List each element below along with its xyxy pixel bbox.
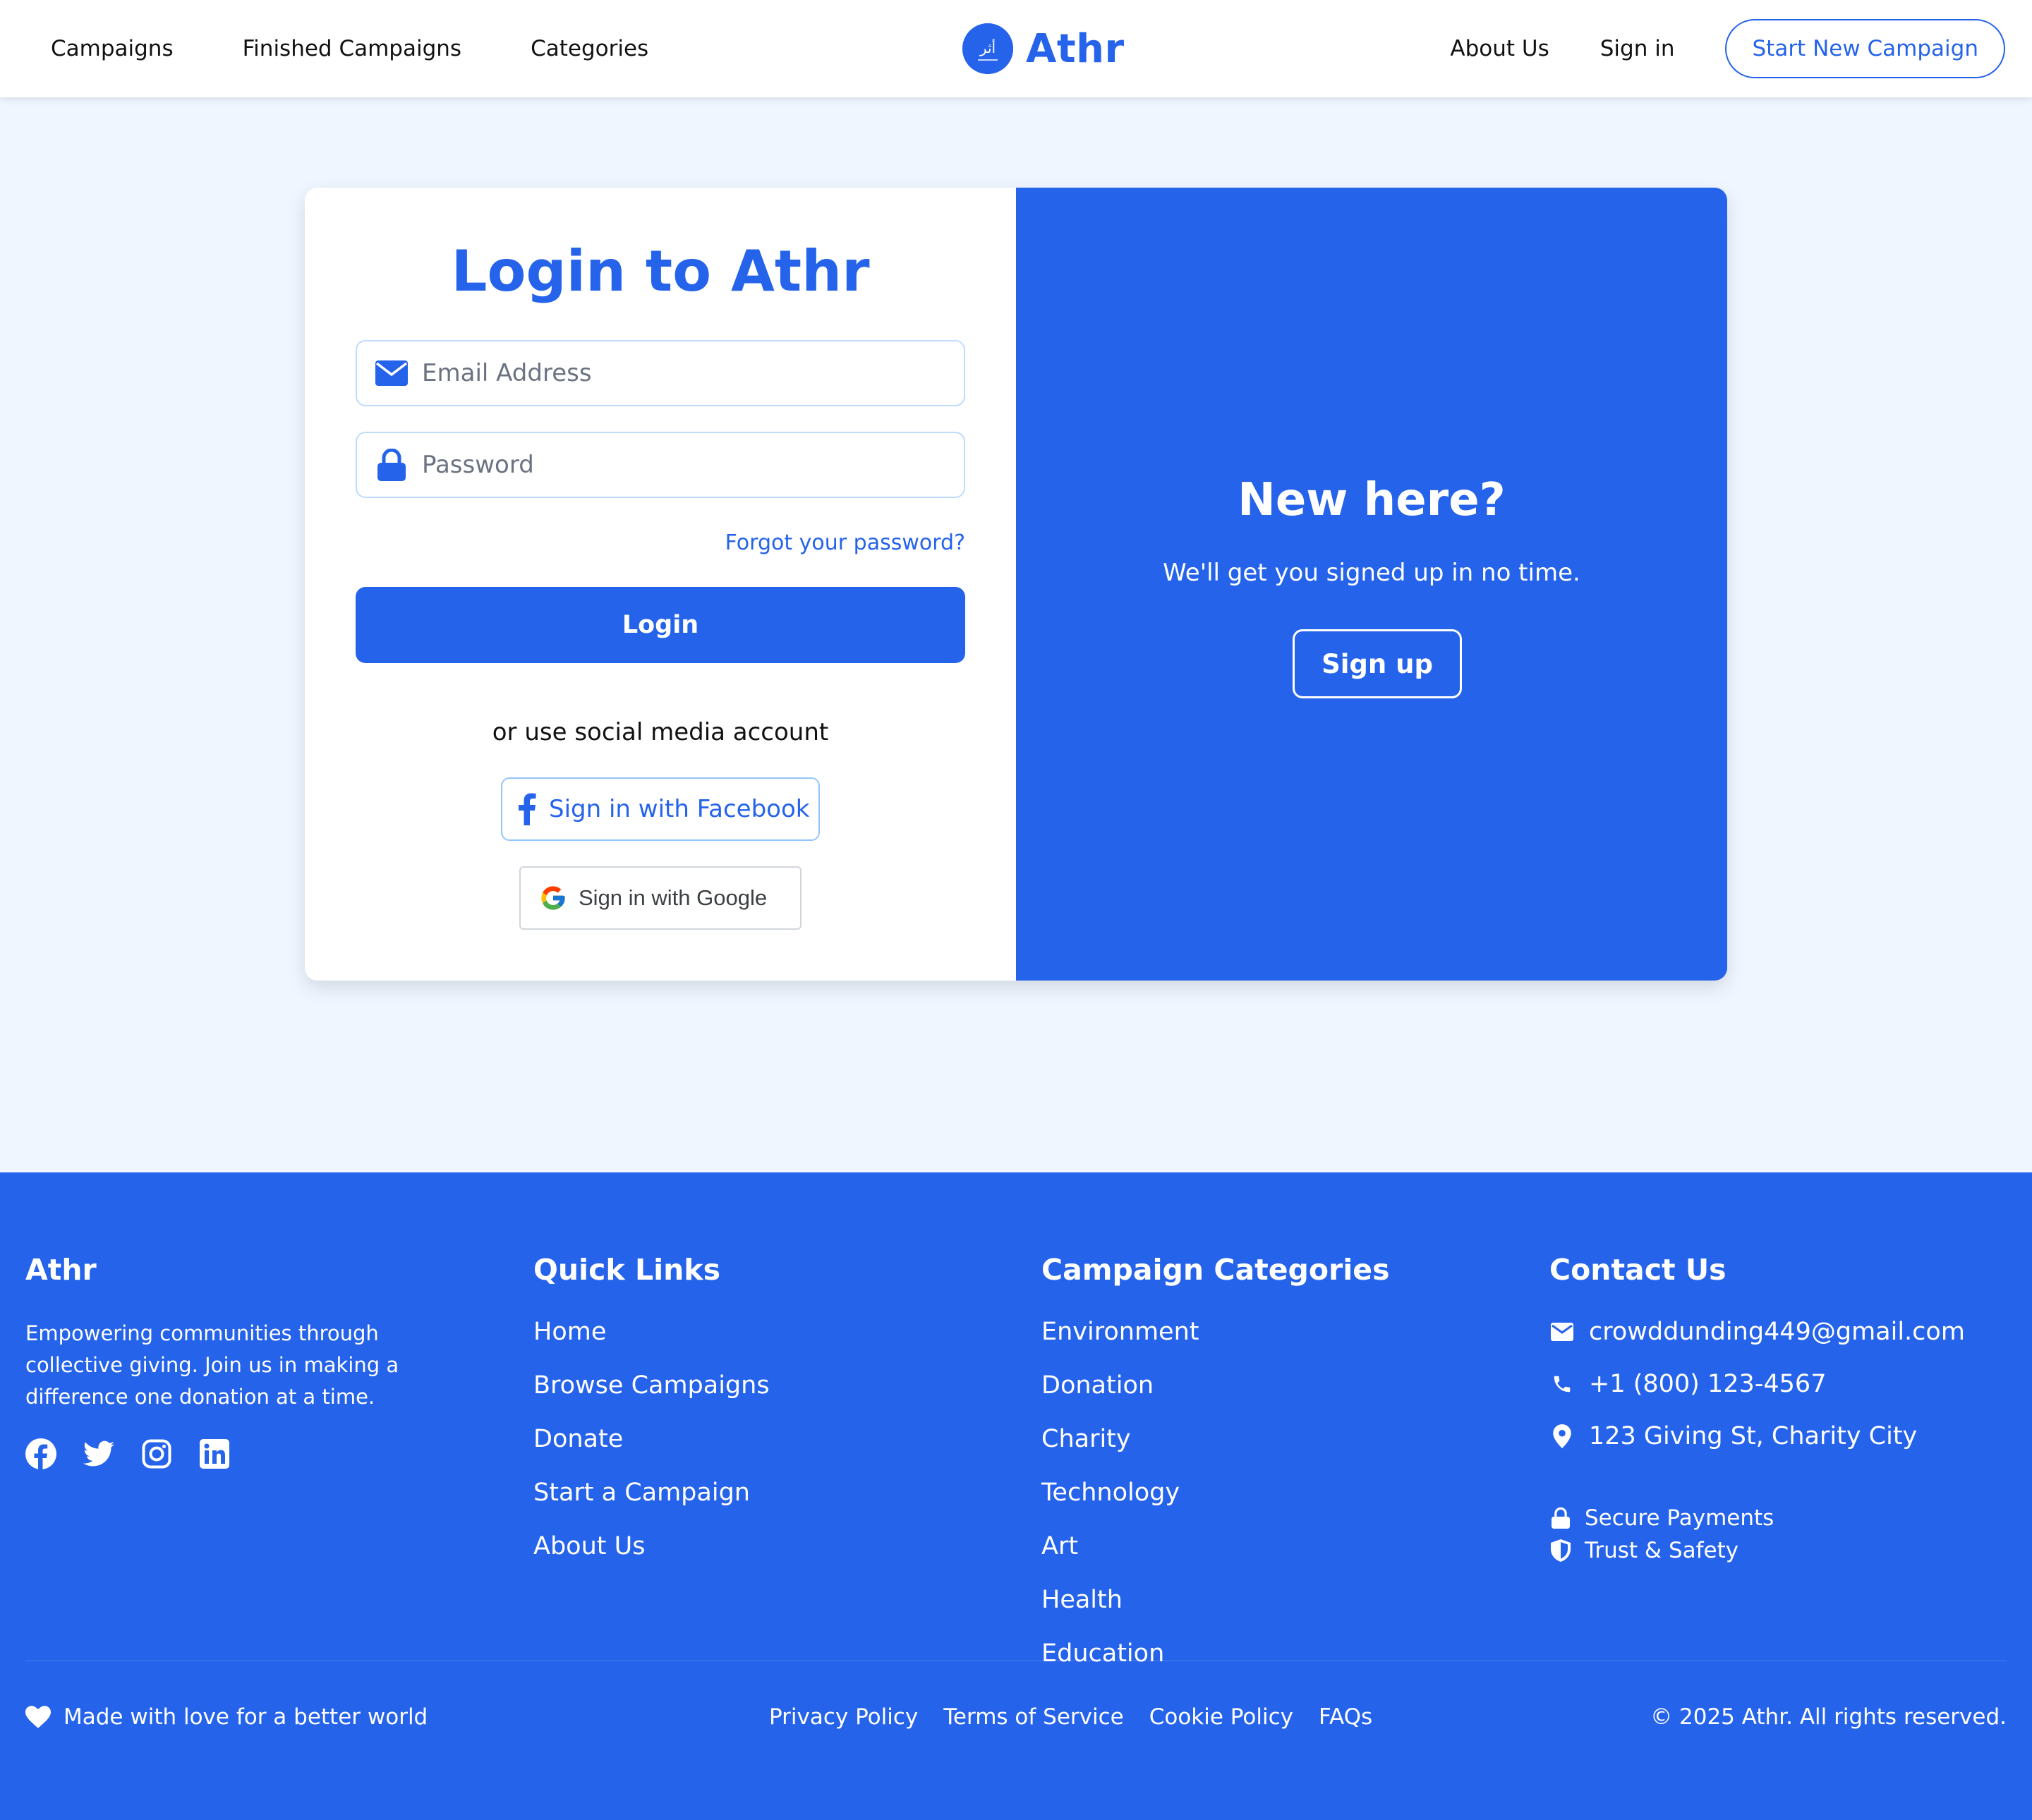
facebook-icon[interactable] [25, 1438, 56, 1469]
social-login-text: or use social media account [492, 718, 829, 746]
nav-link-sign-in[interactable]: Sign in [1600, 36, 1675, 61]
contact-phone[interactable]: +1 (800) 123-4567 [1549, 1370, 1965, 1398]
sign-up-button[interactable]: Sign up [1293, 629, 1462, 698]
password-field[interactable] [356, 432, 965, 498]
contact-us-title: Contact Us [1549, 1253, 1726, 1287]
footer-category-donation[interactable]: Donation [1041, 1371, 1390, 1400]
footer-link-donate[interactable]: Donate [533, 1425, 770, 1453]
contact-phone-text: +1 (800) 123-4567 [1589, 1370, 1827, 1398]
envelope-icon [375, 357, 408, 389]
mail-icon [1549, 1319, 1575, 1345]
footer-link-browse-campaigns[interactable]: Browse Campaigns [533, 1371, 770, 1400]
footer-category-education[interactable]: Education [1041, 1639, 1390, 1668]
brand-logo-icon: أثر [962, 23, 1013, 74]
made-with-love-text: Made with love for a better world [64, 1704, 428, 1730]
svg-text:أثر: أثر [979, 39, 996, 56]
contact-address-text: 123 Giving St, Charity City [1589, 1422, 1918, 1450]
email-field[interactable] [356, 340, 965, 406]
signup-panel-title: New here? [1238, 474, 1506, 526]
footer-description: Empowering communities through collectiv… [25, 1321, 399, 1409]
google-icon [539, 884, 567, 912]
linkedin-icon[interactable] [199, 1438, 230, 1469]
faqs-link[interactable]: FAQs [1319, 1704, 1372, 1730]
footer-about-column: Athr Empowering communities through coll… [25, 1253, 477, 1469]
secure-payments-text: Secure Payments [1585, 1505, 1774, 1531]
top-navbar: Campaigns Finished Campaigns Categories … [0, 0, 2032, 97]
contact-address: 123 Giving St, Charity City [1549, 1422, 1965, 1450]
footer-link-home[interactable]: Home [533, 1318, 770, 1346]
lock-icon [1549, 1506, 1572, 1530]
footer-brand: Athr [25, 1253, 97, 1287]
nav-link-finished-campaigns[interactable]: Finished Campaigns [243, 36, 461, 61]
made-with-love: Made with love for a better world [25, 1704, 428, 1730]
site-footer: Athr Empowering communities through coll… [0, 1172, 2032, 1820]
login-title: Login to Athr [451, 238, 870, 304]
nav-link-about-us[interactable]: About Us [1450, 36, 1549, 61]
forgot-password-link[interactable]: Forgot your password? [725, 530, 965, 555]
login-button[interactable]: Login [356, 587, 965, 663]
phone-icon [1549, 1371, 1575, 1397]
nav-actions: About Us Sign in Start New Campaign [1450, 0, 2005, 97]
login-panel: Login to Athr Forgot your password? Logi… [305, 188, 1016, 981]
facebook-signin-button[interactable]: Sign in with Facebook [501, 777, 820, 841]
footer-link-about-us[interactable]: About Us [533, 1532, 770, 1560]
footer-category-art[interactable]: Art [1041, 1532, 1390, 1560]
start-new-campaign-button[interactable]: Start New Campaign [1725, 19, 2005, 78]
twitter-icon[interactable] [83, 1438, 114, 1469]
footer-quick-links-column: Quick Links Home Browse Campaigns Donate… [533, 1253, 770, 1586]
social-links [25, 1438, 477, 1469]
lock-icon [375, 449, 408, 481]
facebook-signin-label: Sign in with Facebook [549, 795, 810, 823]
privacy-policy-link[interactable]: Privacy Policy [769, 1704, 918, 1730]
facebook-icon [518, 793, 536, 825]
signup-panel-subtitle: We'll get you signed up in no time. [1163, 559, 1580, 587]
contact-email-text: crowddunding449@gmail.com [1589, 1318, 1965, 1346]
footer-category-environment[interactable]: Environment [1041, 1318, 1390, 1346]
nav-link-campaigns[interactable]: Campaigns [51, 36, 174, 61]
contact-email[interactable]: crowddunding449@gmail.com [1549, 1318, 1965, 1346]
trust-safety-text: Trust & Safety [1585, 1538, 1739, 1563]
footer-contact-column: Contact Us crowddunding449@gmail.com +1 … [1549, 1253, 1965, 1570]
quick-links-title: Quick Links [533, 1253, 720, 1287]
signup-panel: New here? We'll get you signed up in no … [1016, 188, 1727, 981]
nav-link-categories[interactable]: Categories [531, 36, 648, 61]
secure-payments-badge: Secure Payments [1549, 1505, 1965, 1531]
footer-category-health[interactable]: Health [1041, 1586, 1390, 1614]
instagram-icon[interactable] [141, 1438, 172, 1469]
heart-icon [25, 1704, 51, 1730]
footer-category-charity[interactable]: Charity [1041, 1425, 1390, 1453]
cookie-policy-link[interactable]: Cookie Policy [1149, 1704, 1293, 1730]
footer-category-technology[interactable]: Technology [1041, 1479, 1390, 1507]
brand-name: Athr [1026, 25, 1125, 72]
brand-home-link[interactable]: أثر Athr [962, 23, 1125, 75]
location-pin-icon [1549, 1424, 1575, 1449]
terms-of-service-link[interactable]: Terms of Service [943, 1704, 1123, 1730]
campaign-categories-title: Campaign Categories [1041, 1253, 1390, 1287]
primary-nav: Campaigns Finished Campaigns Categories [51, 0, 648, 97]
footer-bottom-bar: Made with love for a better world Privac… [0, 1704, 2032, 1740]
footer-link-start-campaign[interactable]: Start a Campaign [533, 1479, 770, 1507]
trust-safety-badge: Trust & Safety [1549, 1538, 1965, 1563]
auth-card: Login to Athr Forgot your password? Logi… [305, 188, 1727, 981]
shield-icon [1549, 1539, 1572, 1563]
google-signin-label: Sign in with Google [579, 885, 768, 910]
footer-categories-column: Campaign Categories Environment Donation… [1041, 1253, 1390, 1693]
password-input[interactable] [422, 451, 944, 479]
google-signin-button[interactable]: Sign in with Google [519, 866, 802, 930]
copyright-text: © 2025 Athr. All rights reserved. [1650, 1704, 2007, 1730]
legal-links: Privacy Policy Terms of Service Cookie P… [769, 1704, 1372, 1730]
email-input[interactable] [422, 359, 944, 387]
